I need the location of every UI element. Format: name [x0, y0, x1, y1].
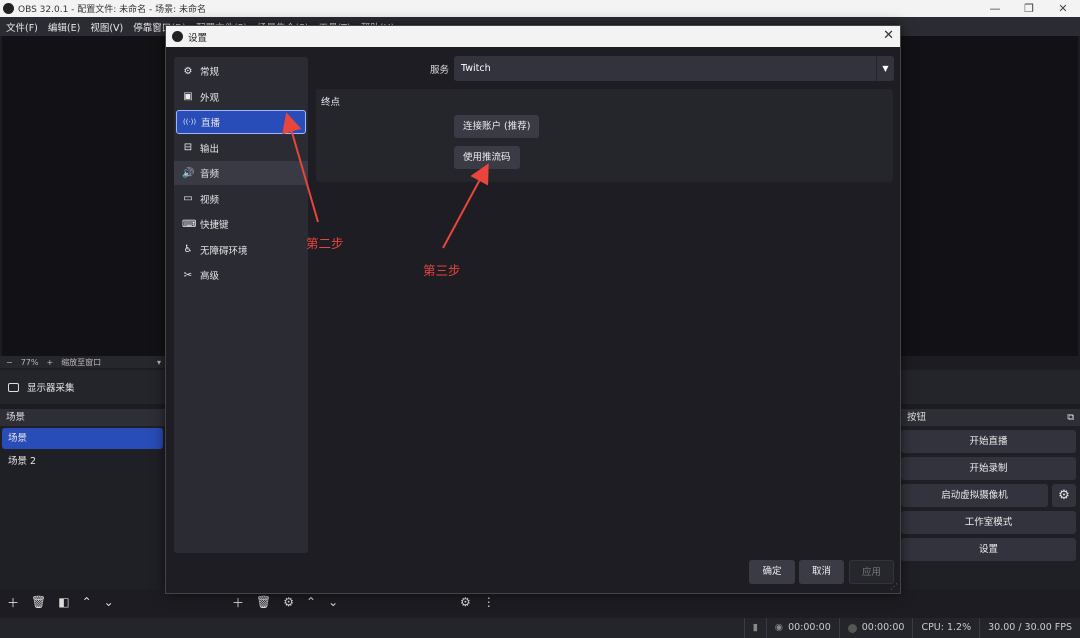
apply-button[interactable]: 应用: [849, 560, 894, 584]
source-name: 显示器采集: [27, 383, 75, 394]
zoom-in-button[interactable]: +: [46, 358, 53, 367]
scene-item[interactable]: 场景 2: [2, 451, 163, 472]
annotation-arrows: [282, 112, 489, 249]
move-up-icon[interactable]: ⌃: [306, 595, 316, 609]
menu-file[interactable]: 文件(F): [6, 20, 38, 34]
monitor-icon: [8, 382, 19, 392]
studio-mode-button[interactable]: 工作室模式: [901, 511, 1076, 534]
chevron-down-icon[interactable]: ▾: [157, 358, 161, 367]
move-down-icon[interactable]: ⌄: [328, 595, 338, 609]
filter-icon[interactable]: ◧: [58, 595, 69, 609]
gear-icon[interactable]: ⚙: [283, 595, 294, 609]
move-down-icon[interactable]: ⌄: [104, 595, 114, 609]
zoom-value: 77%: [20, 357, 39, 367]
trash-icon[interactable]: 🗑: [256, 595, 271, 609]
scene-item[interactable]: 场景: [2, 428, 163, 449]
start-record-button[interactable]: 开始录制: [901, 457, 1076, 480]
step3-arrow: [442, 163, 489, 249]
record-status: 00:00:00: [838, 618, 913, 638]
restore-button[interactable]: ❐: [1012, 0, 1046, 17]
start-stream-button[interactable]: 开始直播: [901, 430, 1076, 453]
source-toolbar-right: [901, 370, 1080, 404]
controls-dock: 按钮 ⧉ 开始直播 开始录制 启动虚拟摄像机 ⚙ 工作室模式 设置: [901, 409, 1080, 589]
zoom-bar: − 77% + 缩放至窗口 ▾: [0, 356, 165, 368]
cpu-usage: CPU: 1.2%: [912, 618, 979, 638]
move-up-icon[interactable]: ⌃: [82, 595, 92, 609]
controls-header: 按钮 ⧉: [901, 409, 1080, 426]
signal-icon: ▮: [752, 622, 758, 633]
resize-grip-icon[interactable]: ⋰: [890, 582, 898, 591]
window-controls: — ❐ ✕: [978, 0, 1080, 17]
trash-icon[interactable]: 🗑: [31, 595, 46, 609]
mixer-toolbar: ⚙ ⋮: [460, 592, 495, 612]
step2-annotation: 第二步: [306, 236, 344, 251]
settings-button[interactable]: 设置: [901, 538, 1076, 561]
scenes-dock: 场景 场景 场景 2: [0, 409, 165, 589]
add-icon[interactable]: ＋: [232, 594, 244, 611]
fps-readout: 30.00 / 30.00 FPS: [979, 618, 1080, 638]
menu-view[interactable]: 视图(V): [90, 20, 123, 34]
settings-dialog: 设置 ✕ ⚙ 常规 ▣ 外观 ((·)) 直播 ⊟ 输出 🔊 音频 ▭ 视频 ⌨: [165, 25, 901, 594]
stream-time: 00:00:00: [788, 622, 831, 633]
stream-status-icon: ◉: [774, 622, 784, 633]
obs-logo-icon: [3, 3, 14, 14]
record-time: 00:00:00: [861, 622, 905, 633]
stream-status: ◉ 00:00:00: [765, 618, 839, 638]
sources-toolbar: ＋ 🗑 ⚙ ⌃ ⌄: [232, 592, 338, 612]
gears-icon[interactable]: ⚙: [460, 595, 471, 609]
record-dot-icon: [847, 623, 857, 633]
menu-edit[interactable]: 编辑(E): [48, 20, 80, 34]
network-status: ▮: [743, 618, 766, 638]
step2-arrow: [282, 112, 319, 223]
zoom-fit-select[interactable]: 缩放至窗口: [61, 357, 101, 368]
more-icon[interactable]: ⋮: [483, 595, 495, 609]
close-button[interactable]: ✕: [1046, 0, 1080, 17]
add-icon[interactable]: ＋: [7, 594, 19, 611]
step3-annotation: 第三步: [423, 263, 461, 278]
ok-button[interactable]: 确定: [749, 560, 795, 584]
minimize-button[interactable]: —: [978, 0, 1012, 17]
controls-header-label: 按钮: [907, 412, 927, 423]
source-toolbar: 显示器采集: [0, 370, 165, 404]
undock-icon[interactable]: ⧉: [1067, 409, 1074, 426]
virtual-cam-button[interactable]: 启动虚拟摄像机: [901, 484, 1048, 507]
scenes-toolbar: ＋ 🗑 ◧ ⌃ ⌄: [7, 592, 114, 612]
window-title: OBS 32.0.1 - 配置文件: 未命名 - 场景: 未命名: [18, 5, 207, 15]
status-bar: ▮ ◉ 00:00:00 00:00:00 CPU: 1.2% 30.00 / …: [0, 618, 1080, 638]
cancel-button[interactable]: 取消: [799, 560, 844, 584]
scenes-header: 场景: [0, 409, 165, 426]
zoom-out-button[interactable]: −: [6, 358, 13, 367]
gear-icon[interactable]: ⚙: [1052, 484, 1076, 507]
virtual-cam-row: 启动虚拟摄像机 ⚙: [901, 480, 1080, 507]
window-titlebar: OBS 32.0.1 - 配置文件: 未命名 - 场景: 未命名 — ❐ ✕: [0, 0, 1080, 17]
